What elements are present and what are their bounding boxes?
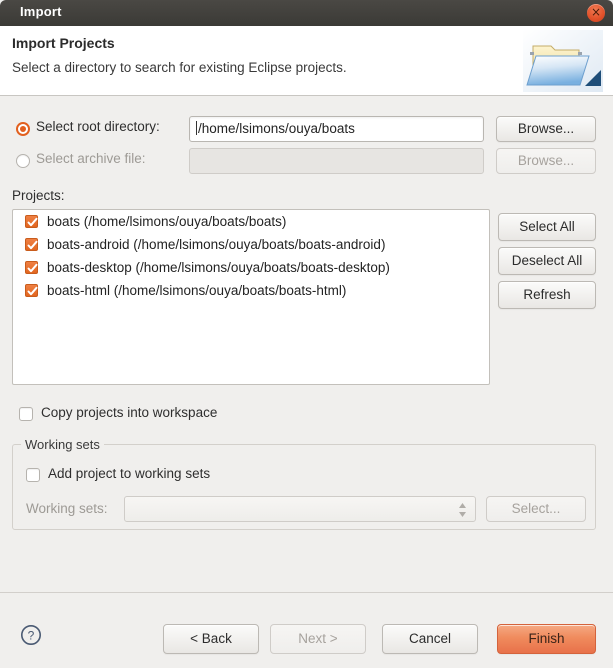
cancel-button[interactable]: Cancel [382, 624, 478, 654]
deselect-all-button[interactable]: Deselect All [498, 247, 596, 275]
refresh-button[interactable]: Refresh [498, 281, 596, 309]
root-directory-value: /home/lsimons/ouya/boats [198, 121, 355, 136]
copy-projects-label: Copy projects into workspace [41, 405, 218, 420]
list-item[interactable]: boats-android (/home/lsimons/ouya/boats/… [13, 233, 489, 256]
archive-file-input [189, 148, 484, 174]
help-icon[interactable]: ? [20, 624, 42, 646]
svg-text:?: ? [28, 629, 35, 643]
import-dialog: Import × Import Projects Select a direct… [0, 0, 613, 668]
label-select-root-directory: Select root directory: [36, 119, 160, 134]
projects-list[interactable]: boats (/home/lsimons/ouya/boats/boats) b… [12, 209, 490, 385]
list-item[interactable]: boats (/home/lsimons/ouya/boats/boats) [13, 210, 489, 233]
browse-root-button[interactable]: Browse... [496, 116, 596, 142]
spinner-arrows-icon [458, 501, 467, 519]
close-button[interactable]: × [587, 4, 605, 22]
working-sets-combo [124, 496, 476, 522]
working-sets-combo-label: Working sets: [26, 501, 108, 516]
label-select-archive-file: Select archive file: [36, 151, 146, 166]
page-title: Import Projects [12, 35, 115, 51]
page-subtitle: Select a directory to search for existin… [12, 60, 347, 75]
text-caret [196, 121, 197, 135]
checkbox-checked-icon[interactable] [25, 284, 38, 297]
add-to-working-sets-label: Add project to working sets [48, 466, 211, 481]
list-item-label: boats-html (/home/lsimons/ouya/boats/boa… [47, 283, 347, 298]
next-button: Next > [270, 624, 366, 654]
root-directory-input[interactable]: /home/lsimons/ouya/boats [189, 116, 484, 142]
working-sets-group-label: Working sets [21, 437, 104, 452]
window-title: Import [20, 4, 62, 19]
browse-archive-button: Browse... [496, 148, 596, 174]
checkbox-checked-icon[interactable] [25, 238, 38, 251]
radio-select-root-directory[interactable] [16, 122, 30, 136]
list-item[interactable]: boats-html (/home/lsimons/ouya/boats/boa… [13, 279, 489, 302]
add-to-working-sets-checkbox[interactable] [26, 468, 40, 482]
select-all-button[interactable]: Select All [498, 213, 596, 241]
working-sets-select-button: Select... [486, 496, 586, 522]
copy-projects-checkbox[interactable] [19, 407, 33, 421]
checkbox-checked-icon[interactable] [25, 215, 38, 228]
open-folder-icon [523, 30, 603, 92]
projects-label: Projects: [12, 188, 65, 203]
list-item[interactable]: boats-desktop (/home/lsimons/ouya/boats/… [13, 256, 489, 279]
back-button[interactable]: < Back [163, 624, 259, 654]
dialog-header: Import Projects Select a directory to se… [0, 26, 613, 96]
title-bar: Import × [0, 0, 613, 26]
list-item-label: boats (/home/lsimons/ouya/boats/boats) [47, 214, 287, 229]
list-item-label: boats-android (/home/lsimons/ouya/boats/… [47, 237, 386, 252]
list-item-label: boats-desktop (/home/lsimons/ouya/boats/… [47, 260, 390, 275]
radio-select-archive-file[interactable] [16, 154, 30, 168]
finish-button[interactable]: Finish [497, 624, 596, 654]
close-icon: × [590, 5, 602, 19]
dialog-body: Select root directory: /home/lsimons/ouy… [0, 97, 613, 592]
checkbox-checked-icon[interactable] [25, 261, 38, 274]
